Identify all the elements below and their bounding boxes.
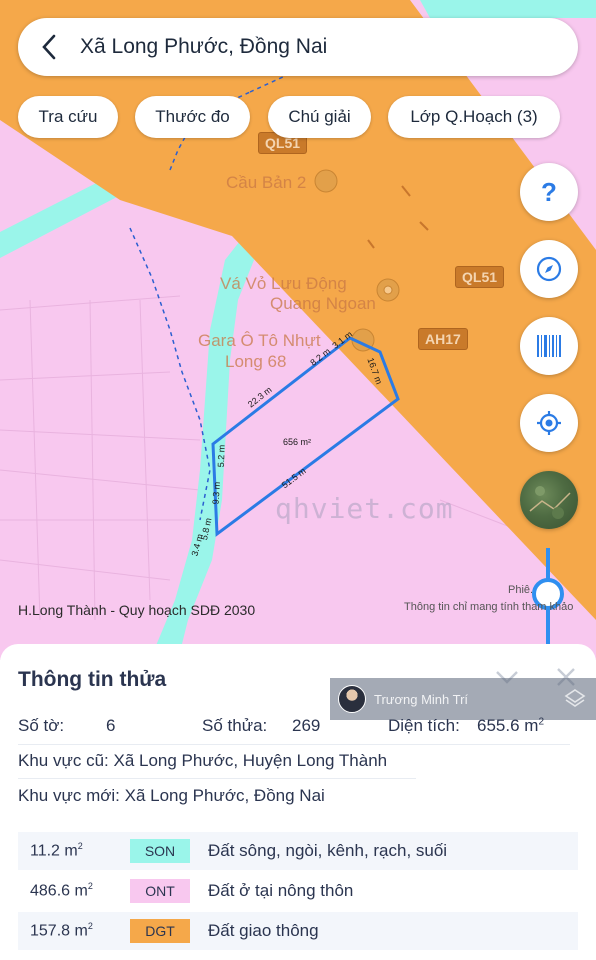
user-overlay: Trương Minh Trí	[330, 678, 596, 720]
satellite-icon	[529, 486, 571, 519]
land-use-description: Đất sông, ngòi, kênh, rạch, suối	[208, 841, 448, 860]
map-layer-caption: H.Long Thành - Quy hoạch SDĐ 2030	[18, 602, 256, 618]
poi-marker-tire	[376, 278, 400, 302]
new-area-text: Khu vực mới: Xã Long Phước, Đồng Nai	[18, 786, 325, 805]
edge-label: 5.2 m	[215, 444, 227, 468]
watermark: qhviet.com	[275, 492, 454, 525]
area-label: Diện tích:	[388, 716, 460, 735]
land-use-description: Đất giao thông	[208, 921, 319, 940]
road-shield-ah17: AH17	[418, 328, 468, 350]
parcel-number-label: Số thửa:	[202, 716, 268, 735]
parcel-number-value: 269	[292, 716, 321, 735]
land-use-area: 11.2 m2	[30, 841, 83, 860]
land-use-area: 486.6 m2	[30, 881, 93, 900]
area-value: 655.6 m2	[477, 716, 544, 735]
locate-icon	[537, 411, 561, 435]
compass-button[interactable]	[520, 240, 578, 298]
road-shield-ql51: QL51	[455, 266, 505, 288]
back-button[interactable]	[18, 18, 80, 76]
divider	[18, 778, 416, 779]
parcel-area-label: 656 m²	[283, 437, 312, 447]
tab-planning-layers[interactable]: Lớp Q.Hoạch (3)	[388, 96, 560, 138]
question-icon: ?	[541, 176, 557, 207]
place-label-garage-2: Long 68	[225, 352, 287, 371]
location-title: Xã Long Phước, Đồng Nai	[80, 35, 328, 58]
tab-measure[interactable]: Thước đo	[135, 96, 250, 138]
barcode-icon	[537, 335, 561, 357]
satellite-toggle-button[interactable]	[520, 471, 578, 529]
parcel-info-panel: Thông tin thửa Trương Minh Trí Số tờ: 6 …	[0, 644, 596, 960]
sheet-number-label: Số tờ:	[18, 716, 65, 735]
disclaimer-note: Thông tin chỉ mang tính tham khảo	[404, 601, 574, 613]
land-use-area: 157.8 m2	[30, 921, 93, 940]
user-name: Trương Minh Trí	[374, 691, 469, 707]
layers-icon	[564, 689, 586, 707]
search-bar[interactable]: Xã Long Phước, Đồng Nai	[18, 18, 578, 76]
my-location-button[interactable]	[520, 394, 578, 452]
place-label-garage: Gara Ô Tô Nhựt	[198, 331, 321, 350]
chevron-left-icon	[42, 34, 56, 60]
land-use-description: Đất ở tại nông thôn	[208, 881, 354, 900]
tab-lookup[interactable]: Tra cứu	[18, 96, 118, 138]
divider	[18, 744, 570, 745]
poi-marker-bridge	[314, 169, 338, 193]
help-button[interactable]: ?	[520, 163, 578, 221]
tab-legend[interactable]: Chú giải	[268, 96, 371, 138]
compass-icon	[536, 256, 562, 282]
barcode-scan-button[interactable]	[520, 317, 578, 375]
panel-title: Thông tin thửa	[18, 668, 167, 691]
edge-label: 9.3 m	[210, 481, 223, 505]
map-view[interactable]: Cầu Bản 2 Vá Vỏ Lưu Động Quang Ngoan Gar…	[0, 0, 596, 660]
old-area-text: Khu vực cũ: Xã Long Phước, Huyện Long Th…	[18, 751, 388, 770]
avatar	[338, 685, 366, 713]
place-label-tire-repair-2: Quang Ngoan	[270, 294, 376, 313]
land-use-row: 486.6 m2 ONT Đất ở tại nông thôn	[18, 872, 578, 910]
land-use-code-badge: SON	[130, 839, 190, 863]
land-use-row: 157.8 m2 DGT Đất giao thông	[18, 912, 578, 950]
land-use-row: 11.2 m2 SON Đất sông, ngòi, kênh, rạch, …	[18, 832, 578, 870]
place-label-bridge: Cầu Bản 2	[226, 173, 307, 192]
land-use-code-badge: DGT	[130, 919, 190, 943]
sheet-number-value: 6	[106, 716, 116, 735]
land-use-code-badge: ONT	[130, 879, 190, 903]
place-label-tire-repair: Vá Vỏ Lưu Động	[220, 274, 347, 293]
